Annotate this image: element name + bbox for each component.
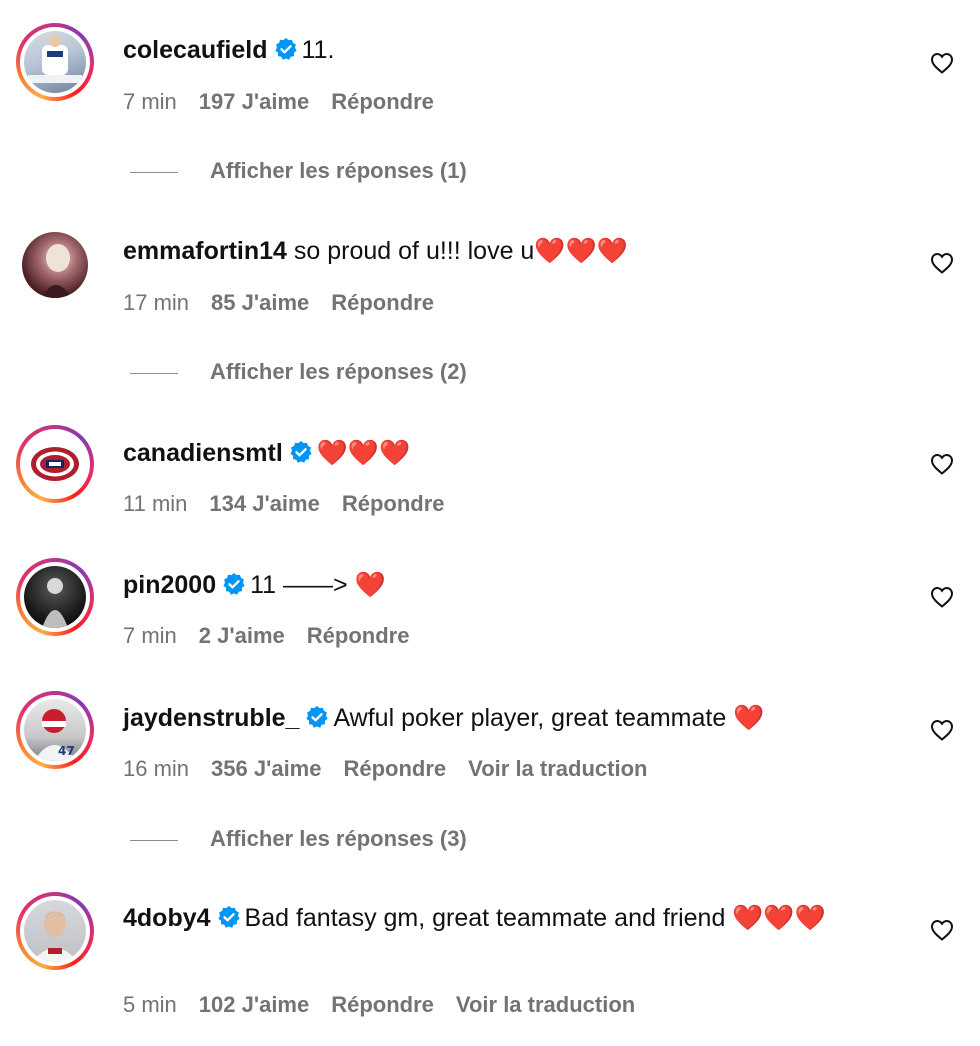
heart-outline-icon[interactable] — [930, 453, 954, 475]
like-count[interactable]: 134 J'aime — [209, 491, 319, 516]
view-replies-button[interactable]: Afficher les réponses (1) — [130, 158, 467, 184]
comment-text: 11. — [301, 36, 335, 64]
avatar[interactable] — [16, 558, 94, 636]
view-replies-button[interactable]: Afficher les réponses (2) — [130, 359, 467, 385]
avatar[interactable] — [16, 425, 94, 503]
avatar[interactable] — [22, 232, 88, 298]
heart-outline-icon[interactable] — [930, 52, 954, 74]
comment-time[interactable]: 11 min — [123, 491, 187, 516]
username[interactable]: canadiensmtl — [123, 439, 283, 467]
comment-time[interactable]: 5 min — [123, 992, 177, 1017]
heart-outline-icon[interactable] — [930, 919, 954, 941]
like-count[interactable]: 102 J'aime — [199, 992, 309, 1017]
like-count[interactable]: 85 J'aime — [211, 290, 309, 315]
username[interactable]: emmafortin14 — [123, 237, 287, 265]
username[interactable]: colecaufield — [123, 36, 268, 64]
comment-text: Bad fantasy gm, great teammate and frien… — [244, 904, 826, 932]
heart-outline-icon[interactable] — [930, 252, 954, 274]
like-count[interactable]: 197 J'aime — [199, 89, 309, 114]
comment-text: 11 ——> ❤️ — [250, 571, 386, 599]
reply-button[interactable]: Répondre — [331, 992, 434, 1017]
comment-time[interactable]: 7 min — [123, 89, 177, 114]
comment-text: so proud of u!!! love u❤️❤️❤️ — [293, 237, 628, 265]
comment-time[interactable]: 7 min — [123, 623, 177, 648]
avatar-image: 47 — [24, 699, 86, 761]
see-translation-button[interactable]: Voir la traduction — [456, 992, 635, 1017]
verified-badge-icon — [217, 902, 241, 940]
avatar-image — [24, 900, 86, 962]
verified-badge-icon — [222, 569, 246, 607]
avatar-image — [24, 566, 86, 628]
reply-button[interactable]: Répondre — [343, 756, 446, 781]
divider — [130, 839, 178, 841]
divider — [130, 372, 178, 374]
heart-outline-icon[interactable] — [930, 586, 954, 608]
comment-text: ❤️❤️❤️ — [316, 439, 411, 467]
reply-button[interactable]: Répondre — [331, 89, 434, 114]
verified-badge-icon — [289, 437, 313, 475]
username[interactable]: jaydenstruble_ — [123, 704, 299, 732]
heart-outline-icon[interactable] — [930, 719, 954, 741]
view-replies-label[interactable]: Afficher les réponses (3) — [210, 826, 467, 851]
divider — [130, 171, 178, 173]
view-replies-label[interactable]: Afficher les réponses (1) — [210, 158, 467, 183]
like-count[interactable]: 356 J'aime — [211, 756, 321, 781]
verified-badge-icon — [274, 34, 298, 72]
reply-button[interactable]: Répondre — [307, 623, 410, 648]
like-count[interactable]: 2 J'aime — [199, 623, 285, 648]
username[interactable]: 4doby4 — [123, 904, 211, 932]
comment-time[interactable]: 17 min — [123, 290, 189, 315]
avatar[interactable] — [16, 892, 94, 970]
verified-badge-icon — [305, 702, 329, 740]
avatar[interactable] — [16, 23, 94, 101]
view-replies-label[interactable]: Afficher les réponses (2) — [210, 359, 467, 384]
reply-button[interactable]: Répondre — [342, 491, 445, 516]
canadiens-logo — [24, 433, 86, 495]
avatar-image — [24, 31, 86, 93]
username[interactable]: pin2000 — [123, 571, 216, 599]
see-translation-button[interactable]: Voir la traduction — [468, 756, 647, 781]
view-replies-button[interactable]: Afficher les réponses (3) — [130, 826, 467, 852]
comment-time[interactable]: 16 min — [123, 756, 189, 781]
reply-button[interactable]: Répondre — [331, 290, 434, 315]
comment-text: Awful poker player, great teammate ❤️ — [333, 704, 765, 732]
avatar[interactable]: 47 — [16, 691, 94, 769]
